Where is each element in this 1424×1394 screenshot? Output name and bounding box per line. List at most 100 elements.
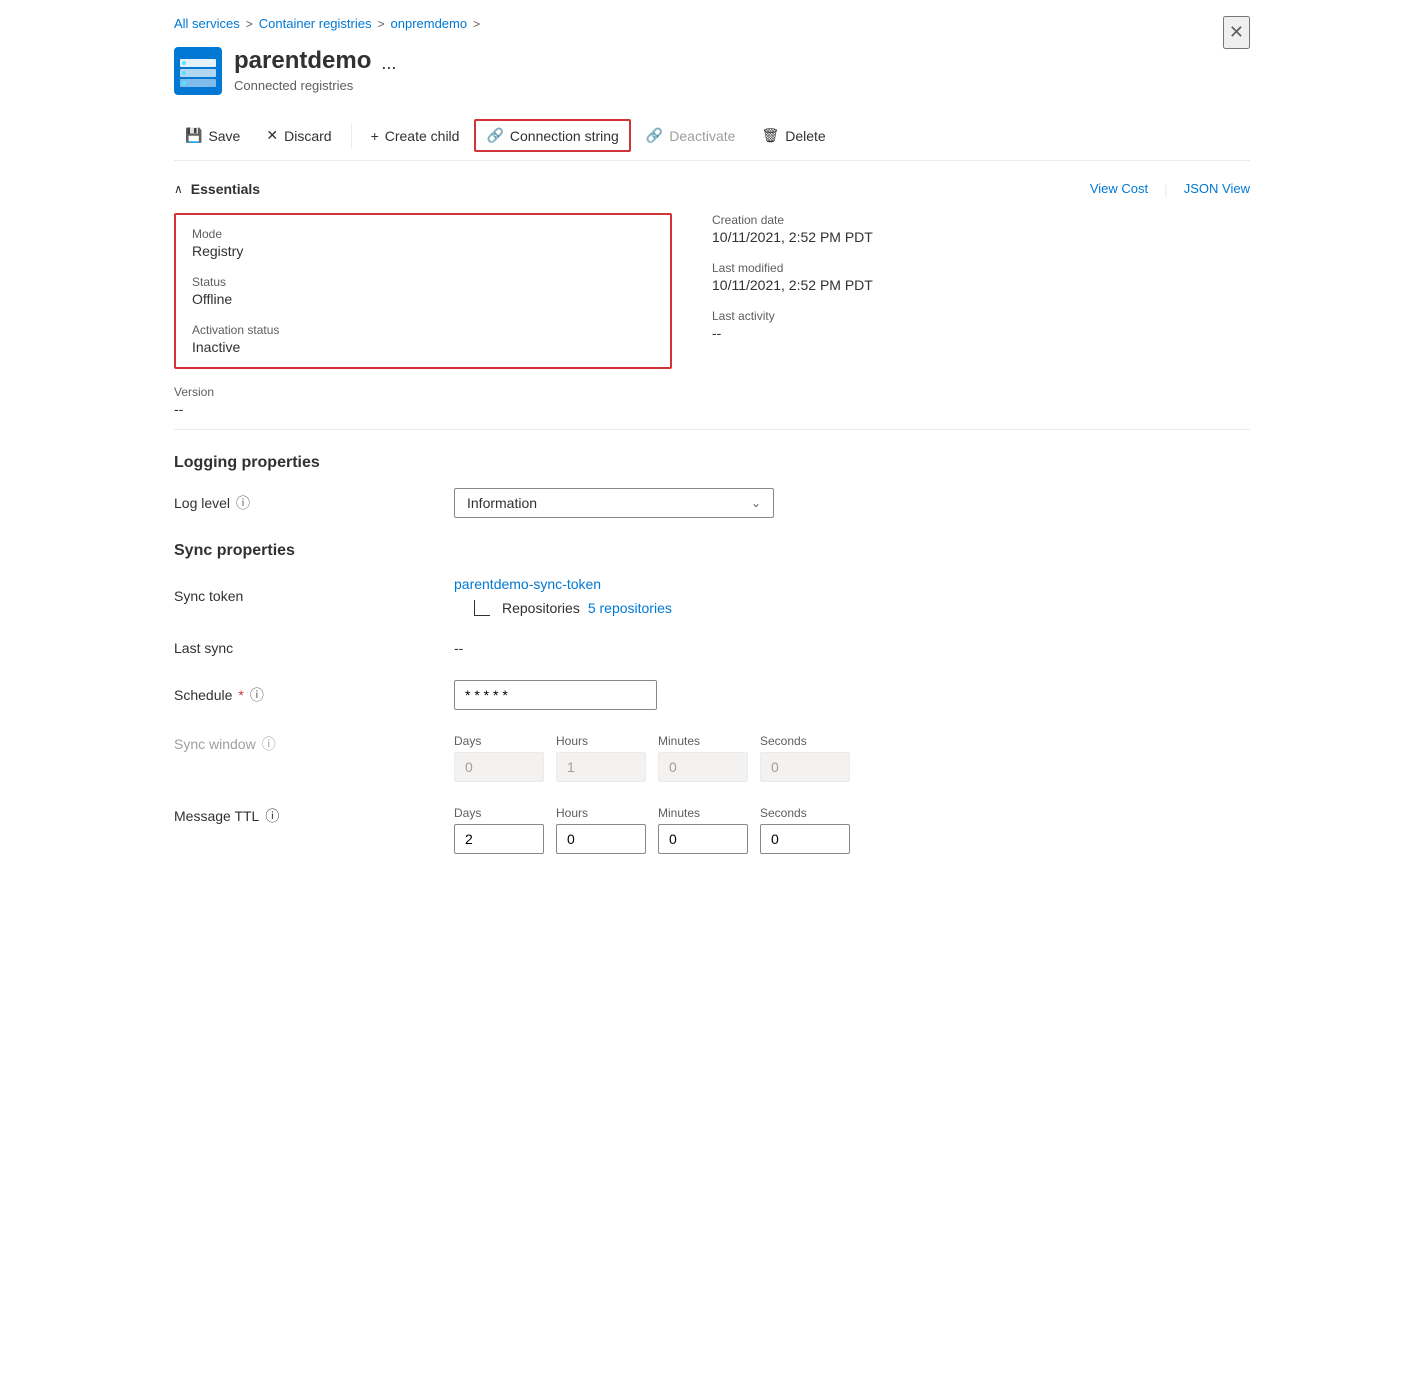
page-header: parentdemo Connected registries ... [174,47,1250,95]
save-button[interactable]: 💾 Save [174,120,251,151]
version-value: -- [174,401,1250,417]
repositories-label: Repositories [502,600,580,616]
mode-value: Registry [192,243,654,259]
deactivate-button[interactable]: 🔗 Deactivate [635,120,747,151]
sync-window-hours-input [556,752,646,782]
header-ellipsis-button[interactable]: ... [381,53,396,74]
ttl-days-input[interactable] [454,824,544,854]
toolbar-separator-1 [351,124,352,148]
sync-token-link[interactable]: parentdemo-sync-token [454,576,1250,592]
view-cost-link[interactable]: View Cost [1090,181,1148,197]
deactivate-icon: 🔗 [646,127,663,144]
ttl-minutes-group: Minutes [658,806,748,854]
breadcrumb: All services > Container registries > on… [174,16,1250,31]
sync-window-days-input [454,752,544,782]
creation-date-label: Creation date [712,213,1250,227]
delete-button[interactable]: 🗑 Delete [750,120,836,151]
ttl-hours-label: Hours [556,806,646,820]
tree-line-icon [474,600,490,616]
sync-window-days-group: Days [454,734,544,782]
creation-date-value: 10/11/2021, 2:52 PM PDT [712,229,1250,245]
sync-window-minutes-input [658,752,748,782]
breadcrumb-sep-2: > [377,17,384,31]
sync-window-hours-label: Hours [556,734,646,748]
ttl-hours-group: Hours [556,806,646,854]
log-level-selected-value: Information [467,495,537,511]
activation-status-value: Inactive [192,339,654,355]
breadcrumb-all-services[interactable]: All services [174,16,240,31]
sync-window-minutes-group: Minutes [658,734,748,782]
page-title: parentdemo [234,47,371,76]
ttl-seconds-group: Seconds [760,806,850,854]
log-level-row: Log level ⓘ Information ⌄ [174,488,1250,518]
chevron-down-icon: ⌄ [751,496,761,510]
sync-window-hours-group: Hours [556,734,646,782]
connection-string-button[interactable]: 🔗 Connection string [474,119,630,152]
activation-status-field: Activation status Inactive [192,323,654,355]
schedule-input[interactable] [454,680,657,710]
message-ttl-row: Message TTL ⓘ Days Hours Minutes Seconds [174,806,1250,854]
creation-date-field: Creation date 10/11/2021, 2:52 PM PDT [712,213,1250,245]
ttl-seconds-label: Seconds [760,806,850,820]
ttl-minutes-input[interactable] [658,824,748,854]
log-level-label: Log level ⓘ [174,493,454,513]
breadcrumb-sep-3: > [473,17,480,31]
close-button[interactable]: ✕ [1223,16,1250,49]
sync-window-seconds-group: Seconds [760,734,850,782]
breadcrumb-sep-1: > [246,17,253,31]
page-subtitle: Connected registries [234,78,371,93]
essentials-title: Essentials [191,181,260,197]
ttl-days-label: Days [454,806,544,820]
log-level-control: Information ⌄ [454,488,1250,518]
message-ttl-info-icon[interactable]: ⓘ [265,806,279,826]
status-field: Status Offline [192,275,654,307]
schedule-row: Schedule * ⓘ [174,680,1250,710]
essentials-right-panel: Creation date 10/11/2021, 2:52 PM PDT La… [712,213,1250,369]
last-modified-label: Last modified [712,261,1250,275]
discard-button[interactable]: ✕ Discard [255,120,342,151]
logging-properties-title: Logging properties [174,454,1250,472]
ttl-days-group: Days [454,806,544,854]
actions-separator: | [1164,181,1168,197]
ttl-seconds-input[interactable] [760,824,850,854]
schedule-info-icon[interactable]: ⓘ [250,685,264,705]
last-activity-label: Last activity [712,309,1250,323]
repositories-row: Repositories 5 repositories [454,600,1250,616]
last-sync-row: Last sync -- [174,640,1250,656]
sync-properties-section: Sync properties Sync token parentdemo-sy… [174,542,1250,854]
log-level-select[interactable]: Information ⌄ [454,488,774,518]
save-icon: 💾 [185,127,202,144]
last-activity-value: -- [712,325,1250,341]
delete-icon: 🗑 [761,127,779,144]
breadcrumb-container-registries[interactable]: Container registries [259,16,372,31]
registry-icon [174,47,222,95]
sync-window-inputs: Days Hours Minutes Seconds [454,734,850,782]
mode-label: Mode [192,227,654,241]
message-ttl-label: Message TTL ⓘ [174,806,454,826]
essentials-header: ∧ Essentials View Cost | JSON View [174,181,1250,197]
last-sync-label: Last sync [174,640,454,656]
toolbar: 💾 Save ✕ Discard + Create child 🔗 Connec… [174,111,1250,161]
discard-icon: ✕ [266,127,278,144]
sync-token-control: parentdemo-sync-token Repositories 5 rep… [454,576,1250,616]
essentials-collapse-icon[interactable]: ∧ [174,182,183,196]
ttl-hours-input[interactable] [556,824,646,854]
activation-status-label: Activation status [192,323,654,337]
essentials-grid: Mode Registry Status Offline Activation … [174,213,1250,369]
repositories-link[interactable]: 5 repositories [588,600,672,616]
schedule-control [454,680,1250,710]
sync-window-info-icon[interactable]: ⓘ [262,734,276,754]
sync-token-row: Sync token parentdemo-sync-token Reposit… [174,576,1250,616]
log-level-info-icon[interactable]: ⓘ [236,493,250,513]
last-modified-value: 10/11/2021, 2:52 PM PDT [712,277,1250,293]
breadcrumb-onpremdemo[interactable]: onpremdemo [391,16,468,31]
version-section: Version -- [174,385,1250,430]
schedule-label: Schedule * ⓘ [174,685,454,705]
create-child-button[interactable]: + Create child [360,121,471,151]
sync-window-seconds-label: Seconds [760,734,850,748]
sync-window-minutes-label: Minutes [658,734,748,748]
status-value: Offline [192,291,654,307]
last-sync-control: -- [454,640,1250,656]
last-activity-field: Last activity -- [712,309,1250,341]
json-view-link[interactable]: JSON View [1184,181,1250,197]
